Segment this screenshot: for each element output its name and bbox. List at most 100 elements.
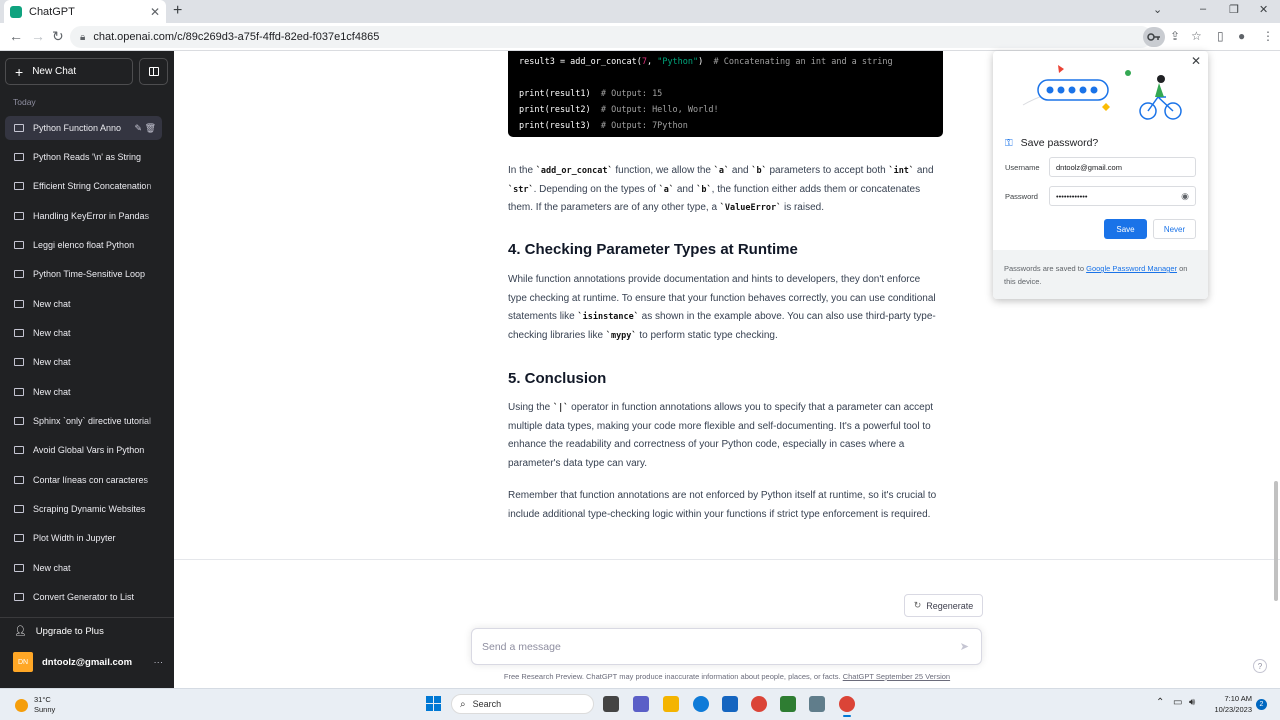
password-manager-link[interactable]: Google Password Manager bbox=[1086, 264, 1177, 273]
chat-history-item[interactable]: Sphinx `only` directive tutorial bbox=[5, 409, 162, 433]
share-icon[interactable]: ⇪ bbox=[1170, 29, 1180, 43]
taskbar-search[interactable]: ⌕ Search bbox=[451, 694, 594, 714]
maximize-button[interactable]: ❐ bbox=[1229, 3, 1239, 16]
help-button[interactable]: ? bbox=[1253, 659, 1267, 673]
more-options-icon[interactable]: ··· bbox=[154, 657, 164, 668]
scrollbar[interactable] bbox=[1274, 481, 1278, 601]
notepad-icon[interactable] bbox=[780, 696, 796, 712]
chat-history-label: New chat bbox=[33, 387, 71, 397]
store-icon[interactable] bbox=[722, 696, 738, 712]
user-email: dntoolz@gmail.com bbox=[42, 656, 133, 668]
chat-sidebar: + New Chat Today Python Function Anno ✎ … bbox=[0, 51, 174, 688]
teams-icon[interactable] bbox=[633, 696, 649, 712]
chat-bubble-icon bbox=[14, 124, 24, 132]
chat-history-item[interactable]: New chat bbox=[5, 292, 162, 316]
taskbar-clock[interactable]: 7:10 AM 10/23/2023 bbox=[1206, 693, 1252, 715]
close-icon[interactable]: ✕ bbox=[1191, 54, 1201, 68]
password-field[interactable]: •••••••••••• ◉ bbox=[1049, 186, 1196, 206]
regenerate-label: Regenerate bbox=[926, 600, 974, 611]
network-icon[interactable]: ▭ bbox=[1173, 697, 1182, 708]
url-input[interactable]: 🔒︎ chat.openai.com/c/89c269d3-a75f-4ffd-… bbox=[70, 26, 1152, 48]
chat-bubble-icon bbox=[14, 153, 24, 161]
code-line: print(result1) # Output: 15 bbox=[519, 89, 663, 99]
browser-tab[interactable]: ChatGPT ✕ bbox=[4, 0, 166, 23]
chat-bubble-icon bbox=[14, 300, 24, 308]
chat-bubble-icon bbox=[14, 358, 24, 366]
sidebar-divider bbox=[0, 617, 174, 618]
answer-paragraph-1: In the `add_or_concat` function, we allo… bbox=[508, 165, 934, 214]
chat-history-item[interactable]: Convert Generator to List bbox=[5, 585, 162, 609]
send-icon[interactable]: ➤ bbox=[960, 640, 969, 653]
never-button[interactable]: Never bbox=[1153, 219, 1196, 239]
password-key-icon[interactable] bbox=[1143, 27, 1165, 47]
tray-chevron-icon[interactable]: ⌃ bbox=[1156, 697, 1164, 708]
new-chat-button[interactable]: + New Chat bbox=[5, 58, 133, 85]
code-line: print(result3) # Output: 7Python bbox=[519, 121, 688, 131]
tab-search-chevron-icon[interactable]: ⌄ bbox=[1153, 3, 1162, 16]
message-placeholder: Send a message bbox=[482, 640, 561, 653]
notification-badge[interactable]: 2 bbox=[1256, 699, 1267, 710]
reload-icon[interactable]: ↻ bbox=[52, 28, 64, 45]
app-icon[interactable] bbox=[809, 696, 825, 712]
chat-history-label: Convert Generator to List bbox=[33, 592, 135, 602]
user-icon: 👤︎ bbox=[14, 626, 27, 637]
chat-bubble-icon bbox=[14, 505, 24, 513]
chat-history-item[interactable]: New chat bbox=[5, 380, 162, 404]
volume-icon[interactable]: 🔊︎ bbox=[1189, 697, 1195, 708]
chat-history-label: Efficient String Concatenation bbox=[33, 181, 152, 191]
chat-history-item[interactable]: New chat bbox=[5, 321, 162, 345]
avatar: DN bbox=[13, 652, 33, 672]
lock-icon: 🔒︎ bbox=[80, 31, 86, 43]
message-input[interactable]: Send a message ➤ bbox=[471, 628, 982, 665]
refresh-icon: ↻ bbox=[913, 600, 922, 610]
edge-icon[interactable] bbox=[693, 696, 709, 712]
chat-history-item[interactable]: Python Reads '\n' as String bbox=[5, 145, 162, 169]
version-link[interactable]: ChatGPT September 25 Version bbox=[843, 672, 950, 681]
chrome-icon[interactable] bbox=[751, 696, 767, 712]
profile-icon[interactable]: ● bbox=[1238, 29, 1245, 43]
chat-history-item[interactable]: Efficient String Concatenation bbox=[5, 174, 162, 198]
popup-title: ⚿ Save password? bbox=[1005, 137, 1099, 149]
chat-history-item[interactable]: New chat bbox=[5, 556, 162, 580]
sidebar-toggle-icon bbox=[148, 67, 159, 76]
chat-bubble-icon bbox=[14, 593, 24, 601]
popup-footer: Passwords are saved to Google Password M… bbox=[993, 250, 1208, 299]
file-explorer-icon[interactable] bbox=[663, 696, 679, 712]
save-button[interactable]: Save bbox=[1104, 219, 1147, 239]
plus-icon: + bbox=[15, 63, 24, 80]
chat-history-item[interactable]: Contar líneas con caracteres bbox=[5, 468, 162, 492]
back-arrow-icon[interactable]: ← bbox=[9, 28, 23, 44]
chat-history-item[interactable]: Avoid Global Vars in Python bbox=[5, 438, 162, 462]
new-tab-button[interactable]: + bbox=[173, 2, 182, 20]
close-sidebar-button[interactable] bbox=[139, 58, 168, 85]
windows-start-icon[interactable] bbox=[426, 696, 441, 711]
chat-history-item[interactable]: Plot Width in Jupyter bbox=[5, 526, 162, 550]
minimize-button[interactable]: – bbox=[1200, 3, 1206, 15]
user-account-button[interactable]: DN dntoolz@gmail.com ··· bbox=[13, 652, 163, 672]
window-close-button[interactable]: ✕ bbox=[1259, 3, 1268, 16]
chat-bubble-icon bbox=[14, 564, 24, 572]
chat-history-item[interactable]: Scraping Dynamic Websites bbox=[5, 497, 162, 521]
chat-history-item[interactable]: Python Function Anno ✎ 🗑︎ bbox=[5, 116, 162, 140]
section-label-today: Today bbox=[13, 97, 36, 107]
edit-delete-icons[interactable]: ✎ 🗑︎ bbox=[134, 122, 156, 134]
forward-arrow-icon[interactable]: → bbox=[31, 28, 45, 44]
chat-history-item[interactable]: New chat bbox=[5, 350, 162, 374]
chat-history-item[interactable]: Python Time-Sensitive Loop bbox=[5, 262, 162, 286]
weather-widget[interactable]: 31°C Sunny bbox=[15, 695, 55, 715]
chat-bubble-icon bbox=[14, 388, 24, 396]
chat-history-label: Python Function Anno bbox=[33, 123, 122, 133]
menu-kebab-icon[interactable]: ⋮ bbox=[1262, 29, 1274, 43]
tab-close-icon[interactable]: ✕ bbox=[150, 5, 160, 19]
chat-history-item[interactable]: Leggi elenco float Python bbox=[5, 233, 162, 257]
upgrade-to-plus-button[interactable]: 👤︎ Upgrade to Plus bbox=[14, 626, 104, 637]
task-view-icon[interactable] bbox=[603, 696, 619, 712]
show-password-eye-icon[interactable]: ◉ bbox=[1181, 191, 1189, 202]
username-field[interactable]: dntoolz@gmail.com bbox=[1049, 157, 1196, 177]
answer-paragraph-3: Using the `|` operator in function annot… bbox=[508, 402, 934, 470]
chat-history-item[interactable]: Handling KeyError in Pandas bbox=[5, 204, 162, 228]
chrome-active-icon[interactable] bbox=[839, 696, 855, 717]
side-panel-icon[interactable]: ▯ bbox=[1217, 29, 1224, 43]
bookmark-star-icon[interactable]: ☆ bbox=[1191, 29, 1202, 43]
regenerate-button[interactable]: ↻ Regenerate bbox=[904, 594, 983, 617]
